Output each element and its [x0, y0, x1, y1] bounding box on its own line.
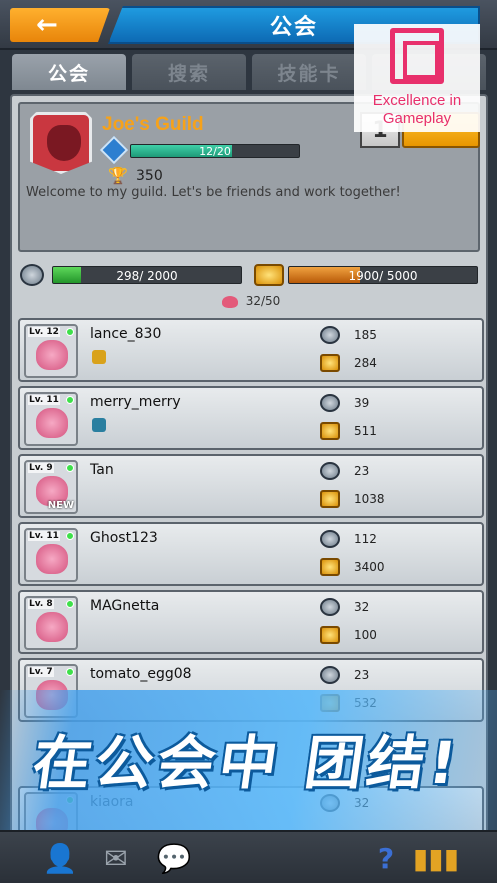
promo-banner-text: 在公会中 团结! [28, 729, 465, 797]
tab-skill-cards[interactable]: 技能卡 [252, 54, 366, 90]
energy-icon [320, 394, 340, 412]
rank-badge-icon [92, 418, 106, 432]
add-friend-icon[interactable]: 👤 [38, 838, 82, 878]
energy-icon [320, 462, 340, 480]
member-row[interactable]: Lv. 11 Ghost123 112 3400 [18, 522, 484, 586]
member-name: lance_830 [90, 326, 162, 342]
energy-icon [20, 264, 44, 286]
energy-icon [320, 530, 340, 548]
back-arrow-icon: ← [36, 10, 58, 40]
coins-icon [320, 422, 340, 440]
member-level: Lv. 11 [28, 395, 60, 405]
energy-bar: 298/ 2000 [52, 266, 242, 284]
guild-level-text: 12/20 [199, 145, 231, 158]
emblem-monster-icon [47, 125, 81, 161]
member-row[interactable]: Lv. 12 lance_830 185 284 [18, 318, 484, 382]
member-avatar: Lv. 11 [24, 392, 78, 446]
member-row[interactable]: Lv. 9 NEW Tan 23 1038 [18, 454, 484, 518]
tab-guild[interactable]: 公会 [12, 54, 126, 90]
mail-icon[interactable]: ✉ [94, 838, 138, 878]
member-level: Lv. 8 [28, 599, 54, 609]
member-energy: 185 [354, 328, 377, 342]
guild-level-bar: 12/20 [130, 144, 300, 158]
coins-icon [320, 354, 340, 372]
coins-bar: 1900/ 5000 [288, 266, 478, 284]
guild-name: Joe's Guild [102, 114, 204, 135]
member-level: Lv. 11 [28, 531, 60, 541]
member-coins: 3400 [354, 560, 385, 574]
member-level: Lv. 7 [28, 667, 54, 677]
online-indicator [66, 668, 74, 676]
member-name: Ghost123 [90, 530, 158, 546]
online-indicator [66, 328, 74, 336]
member-avatar: Lv. 12 [24, 324, 78, 378]
guild-emblem [30, 112, 92, 174]
back-button[interactable]: ← [10, 8, 110, 42]
member-row[interactable]: Lv. 11 merry_merry 39 511 [18, 386, 484, 450]
guild-description: Welcome to my guild. Let's be friends an… [26, 185, 401, 200]
member-energy: 112 [354, 532, 377, 546]
new-tag: NEW [47, 500, 74, 511]
online-indicator [66, 464, 74, 472]
award-text: Excellence in Gameplay [372, 92, 462, 127]
member-avatar: Lv. 11 [24, 528, 78, 582]
award-logo-icon [390, 28, 444, 84]
member-name: tomato_egg08 [90, 666, 192, 682]
tab-search[interactable]: 搜索 [132, 54, 246, 90]
member-energy: 32 [354, 600, 370, 614]
member-name: MAGnetta [90, 598, 160, 614]
member-energy: 23 [354, 668, 370, 682]
energy-icon [320, 326, 340, 344]
trophy-count: 350 [136, 168, 163, 184]
member-coins: 511 [354, 424, 377, 438]
resource-row: 298/ 2000 1900/ 5000 [18, 262, 482, 290]
member-coins: 1038 [354, 492, 385, 506]
member-energy: 39 [354, 396, 370, 410]
monster-avatar-icon [36, 612, 68, 642]
online-indicator [66, 532, 74, 540]
award-badge: Excellence in Gameplay [354, 24, 480, 132]
coins-icon [254, 264, 284, 286]
coins-icon [320, 626, 340, 644]
online-indicator [66, 600, 74, 608]
members-count-text: 32/50 [245, 294, 281, 308]
coins-text: 1900/ 5000 [348, 269, 418, 283]
trophy-icon: 🏆 [108, 166, 128, 185]
monster-avatar-icon [36, 408, 68, 438]
bottom-bar: 👤 ✉ 💬 ? ▮▮▮ [0, 830, 497, 883]
members-icon [221, 295, 238, 308]
help-icon[interactable]: ? [364, 838, 408, 878]
member-row[interactable]: Lv. 8 MAGnetta 32 100 [18, 590, 484, 654]
coins-icon [320, 490, 340, 508]
member-energy: 23 [354, 464, 370, 478]
member-coins: 284 [354, 356, 377, 370]
members-count: 32/50 [12, 294, 490, 308]
energy-text: 298/ 2000 [116, 269, 178, 283]
leaderboard-icon[interactable]: ▮▮▮ [413, 838, 459, 878]
online-indicator [66, 396, 74, 404]
member-coins: 100 [354, 628, 377, 642]
member-level: Lv. 12 [28, 327, 60, 337]
monster-avatar-icon [36, 544, 68, 574]
member-level: Lv. 9 [28, 463, 54, 473]
coins-icon [320, 558, 340, 576]
monster-avatar-icon [36, 340, 68, 370]
member-name: merry_merry [90, 394, 181, 410]
member-name: Tan [90, 462, 114, 478]
rank-badge-icon [92, 350, 106, 364]
member-avatar: Lv. 8 [24, 596, 78, 650]
chat-icon[interactable]: 💬 [152, 838, 196, 878]
energy-icon [320, 598, 340, 616]
page-title: 公会 [269, 15, 318, 40]
energy-icon [320, 666, 340, 684]
level-gem-icon [99, 135, 129, 165]
member-avatar: Lv. 9 NEW [24, 460, 78, 514]
